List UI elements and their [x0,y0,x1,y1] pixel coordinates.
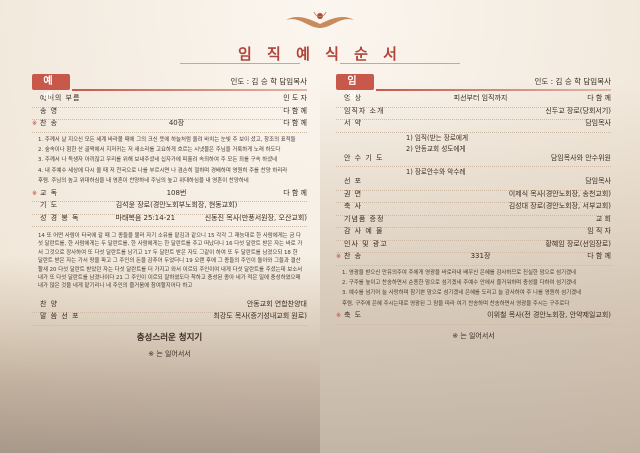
program-row: 영 상피선부터 임직까지다 함 께 [336,95,611,108]
program-content: 331장 [470,252,491,260]
program-leader: 담임목사와 안수위원 [550,153,611,162]
program-label: 기념품 증정 [344,214,385,223]
ordination-column: 임 직 인도 : 김 승 학 담임목사 영 상피선부터 임직까지다 함 께임직자… [336,74,611,341]
section-rule [72,89,307,91]
scripture-passage: 14 또 어떤 사람이 타국에 갈 때 그 종들을 불러 자기 소유를 맡김과 … [38,233,303,290]
program-row: 감 사 예 물임 직 자 [336,228,611,241]
vow-item: 1) 장로안수와 악수례 [406,168,466,176]
section-rule [376,89,611,91]
program-content: 피선부터 임직까지 [453,94,508,102]
program-label: 서 약 [344,119,363,127]
program-row: 임직자 소개 신두교 장로(당회서기) [336,106,611,120]
hymn-verse: 1. 주께서 날 지으신 모든 세계 바라볼 때에 그의 크신 뜻에 하늘처럼 … [38,136,296,143]
program-label: 축 사 [344,202,363,210]
program-label: 말 씀 선 포 [40,312,80,321]
vow-item: 2) 안동교회 성도에게 [406,144,466,153]
program-row: 기 도 김석윤 장로(경안노회부노회장, 현동교회) [32,202,307,215]
program-content: 마태복음 25:14-21 [115,213,176,222]
hymn-verse: 3. 주께서 나 독생자 아끼잖고 우리를 위해 보내주셨네 십자가에 피흘려 … [38,157,278,164]
program-leader: 인 도 자 [283,94,307,102]
program-label: 축 도 [344,311,363,320]
program-label: 안 수 기 도 [344,153,384,162]
program-row: 선 포 담임목사 [336,178,611,191]
hymn-verse: 3. 예수를 넘기어 늘 사랑하며 참기쁜 맘으로 섬기겠네 은혜를 도리고 늘… [342,290,582,297]
hymn-text: 1. 영광을 받으신 만유의주여 주에게 영광을 바로라내 배우신 은혜를 감사… [342,269,607,309]
program-label: 교 독 [40,188,59,197]
hymn-verse: 후렴. 주님의 높고 위대하심을 내 영혼이 찬양하네 주님의 높고 위대하심을… [38,178,249,185]
scripture-text: 14 또 어떤 사람이 타국에 갈 때 그 종들을 불러 자기 소유를 맡김과 … [38,232,303,291]
program-content: 김석윤 장로(경안노회부노회장, 현동교회) [115,201,238,210]
program-leader: 다 함 께 [283,188,307,197]
program-leader: 다 함 께 [587,252,611,260]
hymn-verse: 1. 영광을 받으신 만유의주여 주에게 영광을 바로라내 배우신 은혜를 감사… [342,269,577,276]
program-content: 40장 [168,119,185,127]
ordination-leader: 인도 : 김 승 학 담임목사 [534,77,611,86]
program-row: ※ 축 도 이위철 목사(전 경안노회장, 안약제일교회) [336,312,611,325]
program-leader: 임 직 자 [587,227,611,235]
program-label: 인사 및 광고 [344,239,388,248]
program-row: 예배의 부름 인 도 자 [32,95,307,108]
program-leader: 다 함 께 [283,106,307,115]
hymn-verse: 4. 내 주예수 세상에 다시 올 때 저 천국으로 나를 부르시면 나 겸손히… [38,167,288,174]
worship-section-header: 예 배 인도 : 김 승 학 담임목사 [32,74,307,103]
program-row: 말 씀 선 포 최강도 목사(증기성내교회 원로) [32,313,307,326]
program-label: 기 도 [40,201,59,210]
program-leader: 다 함 께 [283,119,307,127]
program-label: 권 면 [344,189,363,198]
program-leader: 김성대 장로(경안노회장, 서부교회) [508,202,611,210]
page-title: 임 직 예 식 순 서 [238,45,402,63]
sermon-title: 충성스러운 청지기 [136,332,203,343]
program-leader: 다 함 께 [587,94,611,102]
worship-leader: 인도 : 김 승 학 담임목사 [230,77,307,86]
title-divider-left [180,63,300,64]
hymn-verse: 후렴. 구주에 은혜 주시는대로 영광된 그 맘을 따라 여기 찬송하며 찬송하… [342,300,570,307]
program-row: ※ 찬 송 40장 다 함 께 [32,120,307,133]
program-leader: 담임목사 [585,119,611,127]
ordination-section-header: 임 직 인도 : 김 승 학 담임목사 [336,74,611,103]
worship-column: 예 배 인도 : 김 승 학 담임목사 예배의 부름 인 도 자송 영다 함 께 ※… [32,74,307,359]
program-mark: ※ [32,120,38,127]
title-divider-right [340,63,460,64]
program-row: 축 사 김성대 장로(경안노회장, 서부교회) [336,203,611,216]
program-leader: 담임목사 [585,177,611,185]
program-label: 선 포 [344,177,363,185]
program-leader: 교 회 [595,214,611,223]
program-label: 찬 송 [344,252,363,260]
confession-text: 1. 주께서 날 지으신 모든 세계 바라볼 때에 그의 크신 뜻에 하늘처럼 … [38,136,303,186]
program-leader: 신두교 장로(당회서기) [545,106,611,115]
program-content: 108번 [166,188,187,197]
standing-note: ※ 는 일어서서 [148,349,191,358]
worship-section-label: 예 배 [32,74,70,103]
program-row: 서 약 담임목사 [336,120,611,133]
program-row: ※ 찬 송 331장 다 함 께 [336,253,611,266]
program-label: 찬 송 [40,119,59,127]
program-leader: 신동진 목사(만풍서원장, 오산교회) [204,213,307,222]
program-mark: ※ [336,253,342,260]
program-leader: 최강도 목사(증기성내교회 원로) [213,312,307,321]
program-label: 송 영 [40,106,59,115]
vow-item: 1) 임직(받는 장로에게 [406,133,469,142]
program-leader: 이제식 목사(경안노회장, 송천교회) [508,189,611,198]
program-leader: 황혜임 장로(선임장로) [545,239,611,248]
ordination-section-label: 임 직 [336,74,374,103]
program-mark: ※ [32,189,38,197]
program-leader: 안동교회 연합찬양대 [246,299,307,308]
standing-note: ※ 는 일어서서 [452,331,495,340]
program-mark: ※ [336,312,342,320]
hymn-verse: 2. 구주를 높이고 찬송하면서 순종한 맘으로 섬기겠네 주예수 안에서 즐거… [342,279,577,286]
program-label: 감 사 예 물 [344,227,384,235]
program-label: 찬 양 [40,299,59,308]
program-leader: 이위철 목사(전 경안노회장, 안약제일교회) [487,311,611,320]
program-label: 성 경 봉 독 [40,213,80,222]
program-row: 안 수 기 도 담임목사와 안수위원 [336,153,611,167]
program-label: 임직자 소개 [344,106,385,115]
ornament-icon [286,11,354,28]
hymn-verse: 2. 숲속이나 험한 산 골짝에서 지저귀는 저 새소리를 고요하게 흐르는 시… [38,146,281,153]
program-row: 성 경 봉 독 마태복음 25:14-21 신동진 목사(만풍서원장, 오산교회) [32,213,307,228]
